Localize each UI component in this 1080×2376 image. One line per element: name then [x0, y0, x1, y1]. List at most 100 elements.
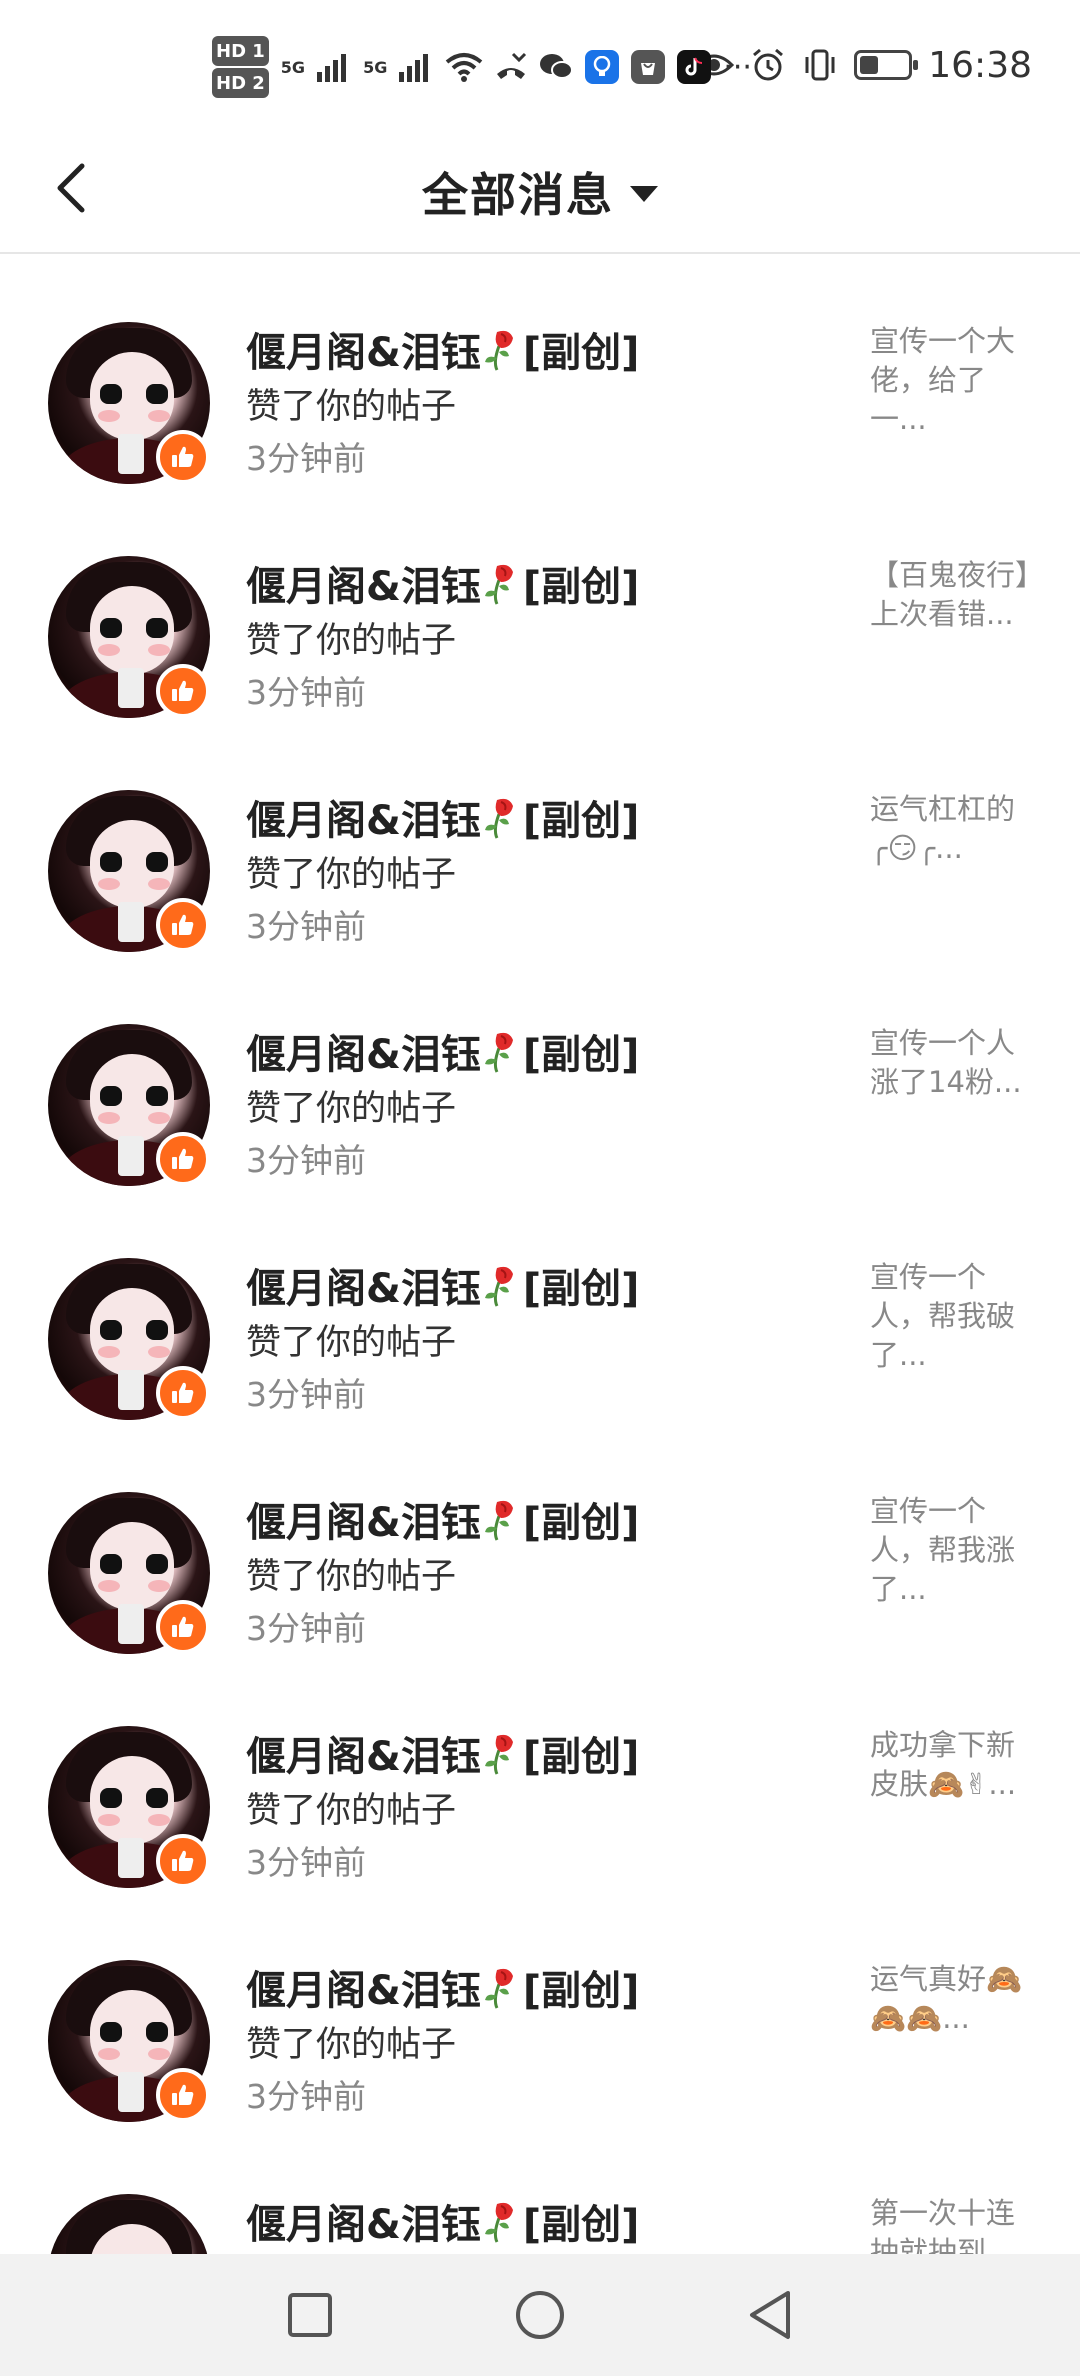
avatar-eye [100, 1788, 122, 1808]
rose-icon [484, 798, 513, 839]
post-preview[interactable]: 宣传一个人，帮我破了... [870, 1258, 1032, 1375]
clock: 16:38 [928, 44, 1032, 86]
avatar-blush [98, 1580, 120, 1592]
avatar-blush [98, 644, 120, 656]
message-row[interactable]: 偃月阁&泪钰 [副创] 赞了你的帖子 3分钟前 宣传一个人，帮我破了... [0, 1190, 1080, 1424]
rose-icon [484, 1032, 513, 1073]
system-nav-bar [0, 2254, 1080, 2376]
post-preview[interactable]: 成功拿下新皮肤🙈✌... [870, 1726, 1032, 1804]
rose-icon [484, 564, 513, 605]
message-row[interactable]: 偃月阁&泪钰 [副创] 赞了你的帖子 3分钟前 运气杠杠的╭😏╭... [0, 722, 1080, 956]
avatar-blush [98, 1814, 120, 1826]
avatar-container [48, 1258, 210, 1420]
message-action: 赞了你的帖子 [246, 1557, 457, 1597]
network-5g-label-2: 5G [363, 57, 388, 77]
message-row[interactable]: 偃月阁&泪钰 [副创] 赞了你的帖子 3分钟前 宣传一个人，帮我涨了... [0, 1424, 1080, 1658]
user-name: 偃月阁&泪钰 [副创] [246, 554, 639, 612]
avatar-eye [100, 1320, 122, 1340]
rose-icon [484, 2202, 513, 2243]
message-row[interactable]: 偃月阁&泪钰 [副创] 赞了你的帖子 3分钟前 成功拿下新皮肤🙈✌... [0, 1658, 1080, 1892]
avatar-collar [118, 434, 144, 474]
thumbs-up-icon [172, 1148, 194, 1169]
user-name: 偃月阁&泪钰 [副创] [246, 320, 639, 378]
like-badge [156, 2068, 210, 2122]
message-action: 赞了你的帖子 [246, 621, 457, 661]
message-filter-dropdown[interactable]: 全部消息 [0, 130, 1080, 254]
shopping-app-icon [631, 50, 666, 84]
thumbs-up-icon [172, 1382, 194, 1403]
message-action: 赞了你的帖子 [246, 855, 457, 895]
network-5g-label-1: 5G [280, 57, 306, 77]
signal-icon-1 [317, 54, 347, 82]
thumbs-up-icon [172, 914, 194, 935]
post-preview[interactable]: 运气真好🙈🙈🙈... [870, 1960, 1032, 2038]
like-badge [156, 1132, 210, 1186]
battery-level [860, 56, 879, 74]
message-action: 赞了你的帖子 [246, 1791, 457, 1831]
message-row[interactable]: 偃月阁&泪钰 [副创] 赞了你的帖子 3分钟前 【百鬼夜行】上次看错... [0, 488, 1080, 722]
user-tag: [副创] [522, 1968, 640, 2014]
avatar-collar [118, 902, 144, 942]
message-time: 3分钟前 [246, 1141, 366, 1180]
screen: HD 1 HD 2 5G 5G ··· 16:38 全部消息 偃月阁&泪钰 [副… [0, 0, 1080, 2376]
user-name-text: 偃月阁&泪钰 [246, 1500, 481, 1546]
avatar-collar [118, 1136, 144, 1176]
message-time: 3分钟前 [246, 673, 366, 712]
more-notifications-icon: ··· [723, 49, 752, 85]
avatar-eye [146, 2022, 168, 2042]
message-time: 3分钟前 [246, 439, 366, 478]
message-row[interactable]: 偃月阁&泪钰 [副创] 赞了你的帖子 3分钟前 宣传一个大佬，给了一... [0, 254, 1080, 488]
post-preview[interactable]: 宣传一个人涨了14粉... [870, 1024, 1032, 1102]
message-row[interactable]: 偃月阁&泪钰 [副创] 赞了你的帖子 3分钟前 宣传一个人涨了14粉... [0, 956, 1080, 1190]
nav-back-button[interactable] [735, 2280, 805, 2350]
like-badge [156, 1600, 210, 1654]
sim2-badge: HD 2 [212, 68, 269, 98]
message-action: 赞了你的帖子 [246, 2025, 457, 2065]
message-time: 3分钟前 [246, 1609, 366, 1648]
circle-icon [516, 2291, 564, 2339]
avatar-container [48, 556, 210, 718]
thumbs-up-icon [172, 1850, 194, 1871]
avatar-eye [146, 384, 168, 404]
like-badge [156, 1366, 210, 1420]
wifi-icon [446, 53, 483, 82]
post-preview[interactable]: 宣传一个人，帮我涨了... [870, 1492, 1032, 1609]
rose-icon [484, 1500, 513, 1541]
rose-icon [484, 1968, 513, 2009]
user-name: 偃月阁&泪钰 [副创] [246, 1022, 639, 1080]
user-name: 偃月阁&泪钰 [副创] [246, 1958, 639, 2016]
avatar-container [48, 322, 210, 484]
message-row[interactable]: 偃月阁&泪钰 [副创] 赞了你的帖子 3分钟前 运气真好🙈🙈🙈... [0, 1892, 1080, 2126]
message-list: 偃月阁&泪钰 [副创] 赞了你的帖子 3分钟前 宣传一个大佬，给了一... 偃月阁&泪钰 [… [0, 254, 1080, 2360]
avatar-blush [148, 878, 170, 890]
post-preview[interactable]: 宣传一个大佬，给了一... [870, 322, 1032, 439]
avatar-collar [118, 1838, 144, 1878]
message-time: 3分钟前 [246, 2077, 366, 2116]
avatar-eye [146, 1086, 168, 1106]
user-name-text: 偃月阁&泪钰 [246, 1266, 481, 1312]
wechat-icon [540, 54, 574, 79]
message-time: 3分钟前 [246, 907, 366, 946]
status-bar: HD 1 HD 2 5G 5G ··· 16:38 [0, 0, 1080, 130]
sim1-badge: HD 1 [212, 36, 269, 66]
home-button[interactable] [505, 2280, 575, 2350]
avatar-blush [98, 1346, 120, 1358]
user-tag: [副创] [522, 1500, 640, 1546]
rose-icon [484, 330, 513, 371]
like-badge [156, 664, 210, 718]
recent-apps-button[interactable] [275, 2280, 345, 2350]
post-preview[interactable]: 运气杠杠的╭😏╭... [870, 790, 1032, 868]
avatar-blush [148, 410, 170, 422]
post-preview[interactable]: 【百鬼夜行】上次看错... [870, 556, 1032, 634]
page-title: 全部消息 [422, 168, 614, 222]
avatar-container [48, 1960, 210, 2122]
signal-icon-2 [399, 54, 429, 82]
like-badge [156, 898, 210, 952]
message-action: 赞了你的帖子 [246, 1323, 457, 1363]
like-badge [156, 1834, 210, 1888]
avatar-eye [100, 2022, 122, 2042]
user-tag: [副创] [522, 1032, 640, 1078]
avatar-eye [146, 1554, 168, 1574]
avatar-blush [148, 1580, 170, 1592]
avatar-collar [118, 2072, 144, 2112]
